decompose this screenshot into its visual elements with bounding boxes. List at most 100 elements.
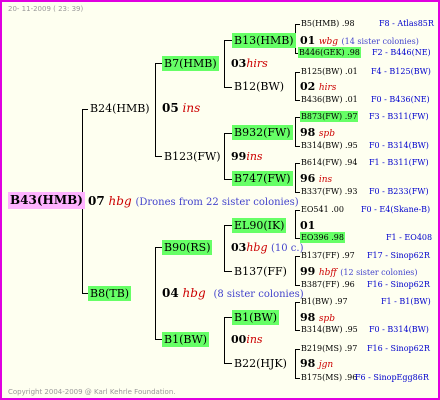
queen-name[interactable]: EO541 — [301, 205, 329, 214]
connector — [155, 339, 162, 340]
origin-id: F8 - Atlas85R — [379, 19, 434, 28]
queen-name[interactable]: B436(BW) — [301, 95, 343, 104]
year: 02 — [300, 80, 316, 93]
gen4-row: B446(GEK) .98 — [298, 47, 361, 58]
origin-id: F17 - Sinop62R — [367, 251, 430, 260]
origin-id: F16 - Sinop62R — [367, 280, 430, 289]
queen-name[interactable]: EO396 — [301, 233, 329, 242]
connector — [224, 317, 232, 318]
gen4-row: B175(MS) .96 — [300, 372, 358, 383]
connector — [224, 87, 232, 88]
gen4-row: B387(FF) .96 — [300, 279, 356, 290]
connector — [155, 63, 156, 156]
queen-name[interactable]: B337(FW) — [301, 187, 342, 196]
year: .97 — [334, 297, 348, 306]
gen4-row: B1(BW) .97 — [300, 296, 349, 307]
line-tag: hbg — [108, 194, 132, 208]
line-tag: hbff — [318, 268, 337, 278]
year: .95 — [345, 141, 358, 150]
queen-b1[interactable]: B1(BW) — [162, 332, 210, 347]
queen-name[interactable]: B446(GEK) — [299, 48, 345, 57]
root-queen[interactable]: B43(HMB) — [8, 192, 85, 209]
line-tag: spb — [318, 129, 335, 139]
connector — [224, 225, 225, 271]
connector — [224, 133, 232, 134]
year: .00 — [331, 205, 344, 214]
dam-queen[interactable]: B8(TB) — [88, 286, 132, 301]
connector — [224, 271, 232, 272]
sire-info: 05 ins — [162, 101, 200, 116]
connector — [295, 210, 296, 238]
origin-id: F4 - B125(BW) — [371, 67, 431, 76]
origin-id: F1 - EO408 — [386, 233, 433, 242]
gen4-row: B314(BW) .95 — [300, 324, 359, 335]
queen-b7[interactable]: B7(HMB) — [162, 56, 219, 71]
year: .94 — [344, 158, 358, 167]
queen-name[interactable]: B387(FF) — [301, 280, 340, 289]
queen-name[interactable]: B873(FW) — [301, 112, 342, 121]
connector — [155, 247, 162, 248]
dam-info: 04 hbg (8 sister colonies) — [162, 286, 304, 302]
gen4-row: B614(FW) .94 — [300, 157, 358, 168]
queen-name[interactable]: B1(BW) — [301, 297, 332, 306]
queen-b747[interactable]: B747(FW) — [232, 171, 293, 186]
queen-name[interactable]: B219(MS) — [301, 344, 342, 353]
year: 96 — [300, 172, 316, 185]
gen4-row: B436(BW) .01 — [300, 94, 359, 105]
drone-info: 07 hbg (Drones from 22 sister colonies) — [88, 194, 299, 210]
gen4-row: B5(HMB) .98 — [300, 18, 356, 29]
connector — [295, 302, 296, 330]
pedigree-frame: 20- 11-2009 ( 23: 39) B43(HMB) B24(HMB) — [0, 0, 440, 400]
origin-id: F16 - Sinop62R — [367, 344, 430, 353]
queen-b123[interactable]: B123(FW) — [162, 149, 223, 164]
queen-b90[interactable]: B90(RS) — [162, 240, 213, 255]
origin-id: F1 - B311(FW) — [369, 158, 429, 167]
queen-el90[interactable]: EL90(IK) — [232, 218, 287, 233]
connector — [295, 256, 296, 285]
gen4-row: B337(FW) .93 — [300, 186, 358, 197]
year: .98 — [347, 48, 360, 57]
date-header: 20- 11-2009 ( 23: 39) — [8, 5, 84, 13]
note: (8 sister colonies) — [213, 289, 304, 300]
connector — [224, 40, 225, 87]
queen-name[interactable]: B5(HMB) — [301, 19, 339, 28]
gen4-row: B137(FF) .97 — [300, 250, 356, 261]
year: 05 — [162, 101, 179, 115]
line-tag: hbg — [182, 286, 206, 300]
gen4-row: B125(BW) .01 — [300, 66, 359, 77]
connector — [295, 349, 296, 378]
year: 99 — [231, 150, 247, 163]
queen-name[interactable]: B314(BW) — [301, 141, 343, 150]
year: .01 — [345, 95, 358, 104]
gen4-row: B219(MS) .97 — [300, 343, 358, 354]
year: .93 — [344, 187, 358, 196]
line-tag: spb — [318, 314, 335, 324]
line-tag: hbg — [246, 241, 268, 254]
b1-info: 00ins — [231, 332, 263, 347]
queen-name[interactable]: B175(MS) — [301, 373, 342, 382]
year: 04 — [162, 286, 179, 300]
b22-info: 98 jgn — [300, 356, 333, 373]
gen4-row: EO396 .98 — [300, 232, 345, 243]
queen-b22[interactable]: B22(HJK) — [232, 356, 289, 371]
queen-b137[interactable]: B137(FF) — [232, 264, 289, 279]
queen-name[interactable]: B137(FF) — [301, 251, 340, 260]
note: (10 c.) — [270, 243, 304, 254]
line-tag: hirs — [318, 83, 337, 93]
connector — [155, 156, 162, 157]
connector — [155, 247, 156, 339]
sire-queen[interactable]: B24(HMB) — [88, 101, 152, 116]
year: .97 — [344, 112, 358, 121]
origin-id: F3 - B311(FW) — [369, 112, 429, 121]
queen-b13[interactable]: B13(HMB) — [232, 33, 296, 48]
year: .98 — [341, 19, 355, 28]
queen-b932[interactable]: B932(FW) — [232, 125, 293, 140]
queen-name[interactable]: B125(BW) — [301, 67, 343, 76]
queen-b1bw[interactable]: B1(BW) — [232, 310, 280, 325]
year: 01 — [300, 34, 316, 47]
queen-b12[interactable]: B12(BW) — [232, 79, 286, 94]
year: .95 — [345, 325, 358, 334]
line-tag: jgn — [318, 360, 334, 370]
queen-name[interactable]: B314(BW) — [301, 325, 343, 334]
queen-name[interactable]: B614(FW) — [301, 158, 342, 167]
